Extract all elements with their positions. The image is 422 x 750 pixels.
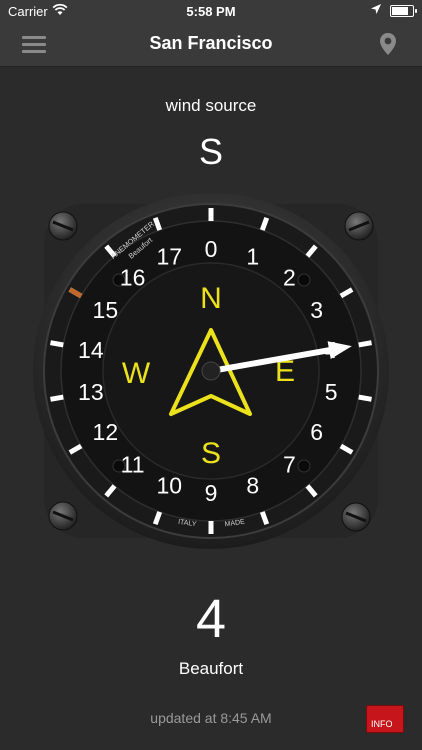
scale-label: 10	[156, 473, 182, 499]
updated-timestamp: updated at 8:45 AM	[150, 710, 272, 726]
info-button-label: INFO	[371, 719, 393, 729]
anemometer-gauge: 01234567891011121314151617 ANEMOMETER Be…	[33, 193, 389, 549]
scale-label: 1	[246, 243, 259, 269]
scale-tick	[50, 340, 64, 348]
scale-tick	[358, 394, 372, 402]
scale-label: 15	[93, 297, 119, 323]
scale-label: 16	[120, 265, 146, 291]
status-time: 5:58 PM	[186, 4, 236, 19]
scale-label: 8	[246, 473, 259, 499]
needle-hub	[201, 361, 221, 381]
wind-source-value: S	[198, 131, 223, 172]
compass-west: W	[122, 357, 151, 390]
scale-label: 11	[121, 451, 145, 477]
scale-label: 5	[325, 379, 338, 405]
scale-label: 12	[93, 419, 119, 445]
page-title: San Francisco	[149, 33, 273, 53]
compass-south: S	[201, 437, 221, 470]
beaufort-unit-label: Beaufort	[178, 659, 244, 678]
scale-tick	[358, 340, 372, 348]
battery-icon	[390, 5, 417, 17]
info-button[interactable]: INFO	[366, 705, 404, 733]
wind-source-label: wind source	[165, 96, 257, 115]
battery-fill	[392, 7, 409, 15]
scale-label: 13	[78, 379, 104, 405]
nav-bar: San Francisco	[0, 22, 422, 67]
location-pin-icon[interactable]	[378, 32, 398, 56]
battery-tip	[415, 9, 417, 13]
scale-label: 14	[78, 337, 104, 363]
scale-label: 2	[283, 265, 296, 291]
scale-label: 7	[283, 451, 296, 477]
location-arrow-icon	[371, 4, 381, 14]
scale-label: 0	[205, 236, 218, 262]
scale-tick	[50, 394, 64, 402]
compass-north: N	[200, 282, 222, 315]
scale-label: 9	[205, 480, 218, 506]
status-bar: Carrier 5:58 PM	[0, 0, 422, 22]
scale-label: 6	[310, 419, 323, 445]
scale-label: 3	[310, 297, 323, 323]
scale-label: 17	[156, 243, 182, 269]
beaufort-value: 4	[195, 589, 227, 649]
